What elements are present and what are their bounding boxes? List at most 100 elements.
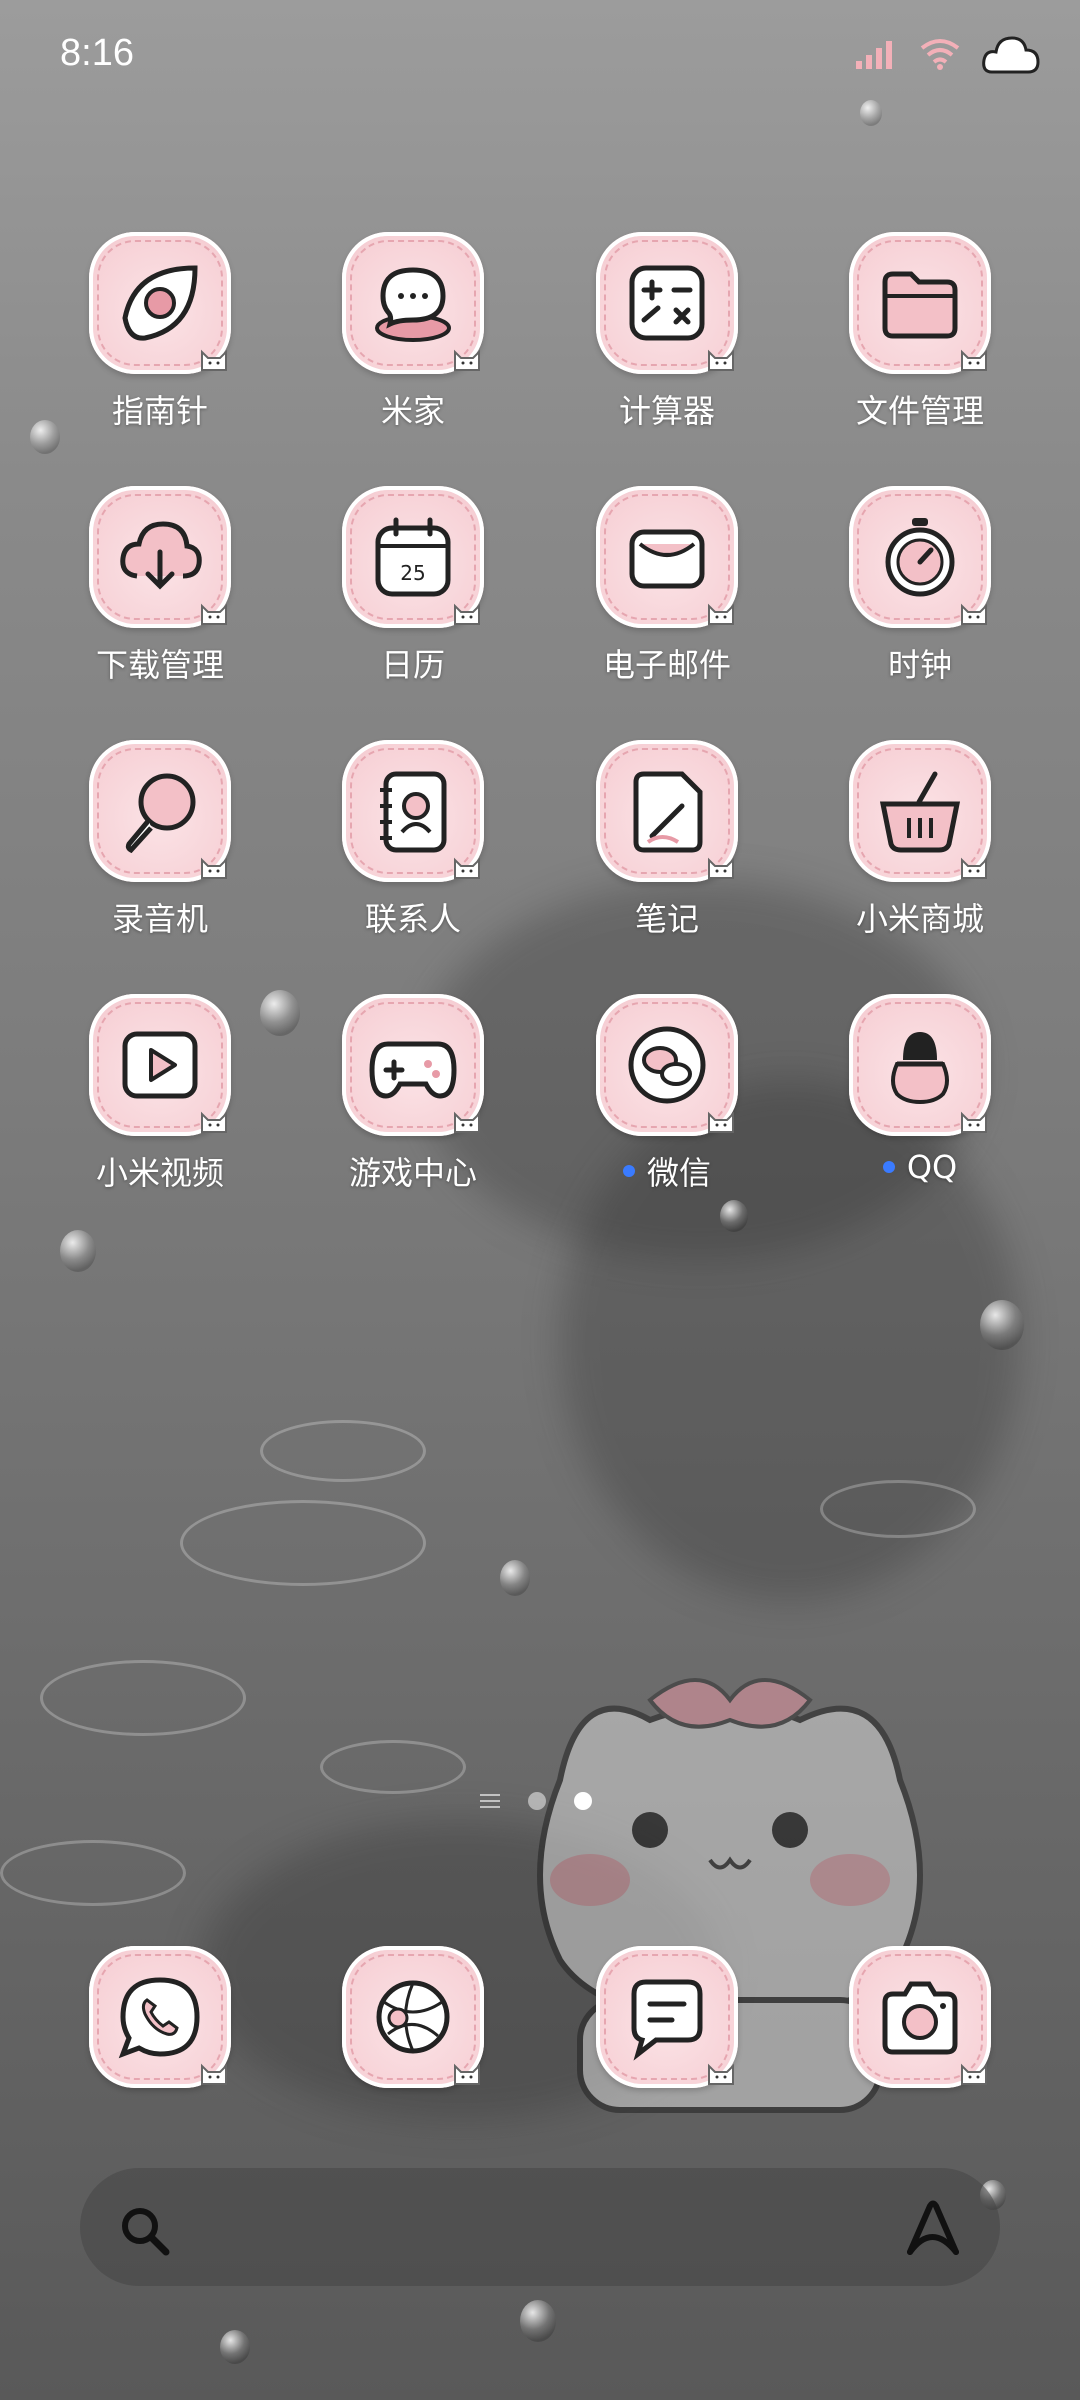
app-mi-store[interactable]: 小米商城 [820, 740, 1020, 970]
chat-bubble-icon [375, 267, 451, 342]
cat-badge-icon [961, 1111, 987, 1133]
app-tile [596, 486, 738, 628]
app-label: 时钟 [887, 646, 952, 684]
new-badge [622, 1165, 635, 1177]
app-label: 计算器 [618, 392, 715, 430]
folder-icon [882, 271, 958, 339]
app-qq[interactable]: QQ [820, 994, 1020, 1224]
app-label: 小米视频 [95, 1154, 224, 1192]
app-label: 指南针 [111, 392, 208, 430]
voice-assistant-icon[interactable] [902, 2198, 964, 2258]
page-dot [528, 1792, 546, 1810]
app-label: 下载管理 [95, 646, 224, 684]
app-tile [849, 740, 991, 882]
envelope-icon [629, 529, 705, 589]
cat-badge-icon [708, 857, 734, 879]
status-bar: 8:16 [0, 0, 1080, 120]
cloud-download-icon [120, 521, 202, 590]
wifi-icon [920, 39, 960, 70]
app-clock[interactable]: 时钟 [820, 486, 1020, 716]
cat-badge-icon [201, 857, 227, 879]
app-label: 电子邮件 [602, 646, 731, 684]
app-tile [89, 1946, 231, 2088]
browser-icon [376, 1980, 450, 2054]
cat-badge-icon [201, 1111, 227, 1133]
app-wechat[interactable]: 微信 [567, 994, 767, 1224]
app-label: 米家 [380, 392, 445, 430]
shopping-basket-icon [879, 771, 961, 853]
app-game-center[interactable]: 游戏中心 [313, 994, 513, 1224]
cat-badge-icon [961, 2063, 987, 2085]
search-icon [122, 2208, 170, 2256]
cat-badge-icon [708, 2063, 734, 2085]
cat-badge-icon [201, 2063, 227, 2085]
search-bar[interactable] [80, 2168, 1000, 2286]
app-tile [89, 740, 231, 882]
app-tile [596, 1946, 738, 2088]
app-tile [849, 994, 991, 1136]
app-tile [596, 232, 738, 374]
dock-messages[interactable] [567, 1946, 767, 2106]
page-list-icon [480, 1794, 500, 1808]
app-email[interactable]: 电子邮件 [567, 486, 767, 716]
contacts-book-icon [380, 771, 447, 853]
app-calculator[interactable]: 计算器 [567, 232, 767, 462]
notes-icon [633, 771, 703, 853]
app-tile [849, 232, 991, 374]
page-indicator[interactable] [480, 1792, 592, 1810]
app-notes[interactable]: 笔记 [567, 740, 767, 970]
app-tile [849, 486, 991, 628]
cat-badge-icon [961, 857, 987, 879]
app-label: QQ [906, 1148, 958, 1186]
app-contacts[interactable]: 联系人 [313, 740, 513, 970]
app-tile [342, 740, 484, 882]
compass-icon [122, 265, 198, 341]
play-icon [122, 1031, 198, 1099]
app-tile [342, 232, 484, 374]
cat-badge-icon [454, 1111, 480, 1133]
phone-icon [118, 1977, 200, 2059]
calendar-icon: 25 [375, 517, 451, 597]
gamepad-icon [369, 1041, 457, 1099]
cat-badge-icon [454, 349, 480, 371]
cat-badge-icon [454, 857, 480, 879]
cat-badge-icon [201, 349, 227, 371]
cat-badge-icon [708, 349, 734, 371]
app-compass[interactable]: 指南针 [60, 232, 260, 462]
app-file-manager[interactable]: 文件管理 [820, 232, 1020, 462]
app-label-with-badge: 微信 [622, 1148, 711, 1194]
app-tile [342, 1946, 484, 2088]
app-mijia[interactable]: 米家 [313, 232, 513, 462]
battery-cloud-icon [982, 36, 1040, 74]
app-label: 文件管理 [855, 392, 984, 430]
app-tile [342, 994, 484, 1136]
status-time: 8:16 [60, 32, 134, 74]
message-icon [631, 1979, 703, 2061]
app-label: 笔记 [634, 900, 699, 938]
app-tile [89, 486, 231, 628]
cat-badge-icon [961, 349, 987, 371]
app-calendar[interactable]: 25 日历 [313, 486, 513, 716]
app-label: 录音机 [111, 900, 208, 938]
app-recorder[interactable]: 录音机 [60, 740, 260, 970]
app-tile [596, 994, 738, 1136]
calculator-icon [629, 265, 705, 341]
cat-badge-icon [201, 603, 227, 625]
app-download-manager[interactable]: 下载管理 [60, 486, 260, 716]
wechat-icon [628, 1026, 706, 1104]
stopwatch-icon [885, 518, 955, 597]
camera-icon [882, 1981, 958, 2055]
app-mi-video[interactable]: 小米视频 [60, 994, 260, 1224]
dock-camera[interactable] [820, 1946, 1020, 2106]
dock-browser[interactable] [313, 1946, 513, 2106]
app-tile [596, 740, 738, 882]
svg-text:25: 25 [400, 561, 425, 585]
app-tile: 25 [342, 486, 484, 628]
qq-penguin-icon [891, 1032, 949, 1105]
cat-badge-icon [708, 1111, 734, 1133]
app-label: 游戏中心 [348, 1154, 477, 1192]
app-label: 联系人 [364, 900, 461, 938]
app-label: 日历 [380, 646, 445, 684]
cat-badge-icon [961, 603, 987, 625]
dock-phone[interactable] [60, 1946, 260, 2106]
